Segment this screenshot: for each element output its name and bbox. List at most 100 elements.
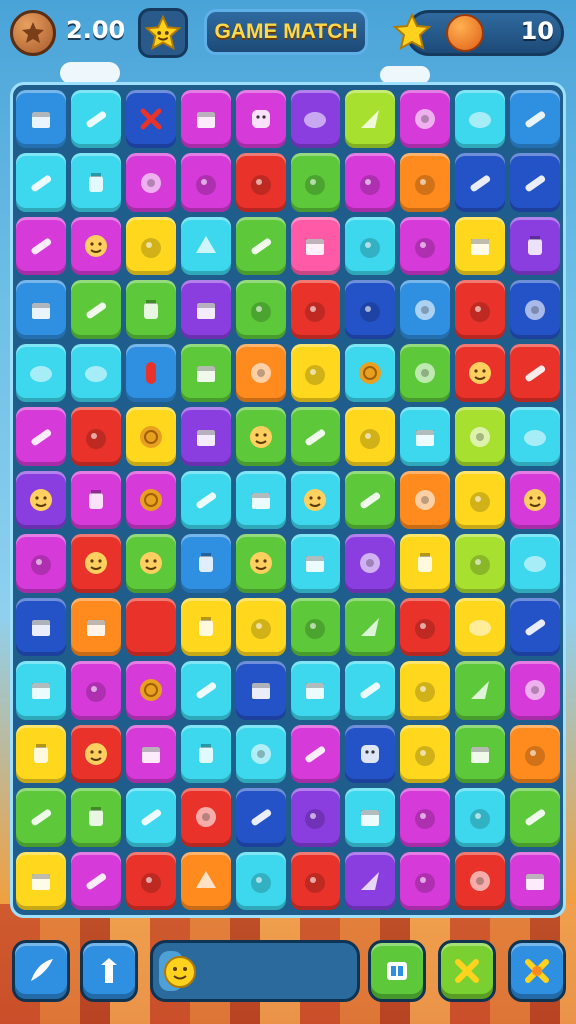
tile[interactable] — [290, 851, 341, 910]
tile[interactable] — [455, 788, 506, 847]
tile[interactable] — [510, 534, 560, 593]
tile[interactable] — [510, 851, 560, 910]
tile[interactable] — [290, 90, 341, 149]
tile[interactable] — [125, 851, 176, 910]
tile[interactable] — [125, 470, 176, 530]
tile[interactable] — [345, 343, 396, 403]
tile[interactable] — [235, 153, 286, 212]
arrow-button[interactable] — [80, 940, 138, 1002]
tile[interactable] — [455, 343, 506, 403]
tile[interactable] — [180, 280, 231, 339]
tile[interactable] — [180, 470, 231, 530]
tile[interactable] — [235, 724, 286, 784]
tile[interactable] — [455, 470, 506, 530]
tile[interactable] — [70, 597, 121, 657]
tile[interactable] — [235, 343, 286, 403]
tile[interactable] — [400, 153, 451, 212]
feather-button[interactable] — [12, 940, 70, 1002]
tile[interactable] — [16, 343, 66, 403]
tile[interactable] — [180, 851, 231, 910]
tile[interactable] — [125, 343, 176, 403]
tile[interactable] — [70, 216, 121, 276]
tile[interactable] — [455, 407, 506, 466]
tile[interactable] — [290, 724, 341, 784]
tile[interactable] — [125, 597, 176, 657]
tile[interactable] — [455, 153, 506, 212]
tile[interactable] — [180, 597, 231, 657]
tile[interactable] — [400, 343, 451, 403]
tile[interactable] — [16, 724, 66, 784]
tile[interactable] — [70, 851, 121, 910]
tile[interactable] — [510, 407, 560, 466]
tile[interactable] — [235, 470, 286, 530]
tile[interactable] — [16, 153, 66, 212]
tile[interactable] — [125, 407, 176, 466]
card-button[interactable] — [368, 940, 426, 1002]
tile[interactable] — [16, 534, 66, 593]
tile[interactable] — [70, 661, 121, 720]
star-face-button[interactable] — [138, 8, 188, 58]
tile[interactable] — [16, 407, 66, 466]
tile[interactable] — [345, 153, 396, 212]
tile[interactable] — [400, 407, 451, 466]
tile[interactable] — [400, 851, 451, 910]
tile[interactable] — [290, 216, 341, 276]
tile[interactable] — [16, 216, 66, 276]
tile[interactable] — [125, 153, 176, 212]
tile[interactable] — [455, 216, 506, 276]
tile[interactable] — [235, 534, 286, 593]
tile[interactable] — [180, 788, 231, 847]
tile[interactable] — [290, 153, 341, 212]
tile[interactable] — [70, 407, 121, 466]
tile[interactable] — [180, 343, 231, 403]
tile[interactable] — [16, 280, 66, 339]
cross-button[interactable] — [438, 940, 496, 1002]
tile[interactable] — [235, 661, 286, 720]
tile[interactable] — [16, 597, 66, 657]
tile[interactable] — [290, 470, 341, 530]
tile[interactable] — [345, 851, 396, 910]
tile[interactable] — [16, 851, 66, 910]
tile[interactable] — [125, 534, 176, 593]
tile[interactable] — [510, 661, 560, 720]
tile[interactable] — [455, 724, 506, 784]
tile[interactable] — [70, 534, 121, 593]
tile[interactable] — [180, 724, 231, 784]
tile[interactable] — [16, 470, 66, 530]
tile[interactable] — [290, 534, 341, 593]
tile[interactable] — [290, 407, 341, 466]
tile[interactable] — [70, 470, 121, 530]
tile[interactable] — [345, 216, 396, 276]
tile[interactable] — [345, 724, 396, 784]
tile[interactable] — [400, 534, 451, 593]
tile[interactable] — [345, 597, 396, 657]
tile[interactable] — [455, 851, 506, 910]
tile[interactable] — [180, 661, 231, 720]
tile[interactable] — [455, 597, 506, 657]
tile[interactable] — [70, 343, 121, 403]
tile[interactable] — [70, 280, 121, 339]
tile[interactable] — [345, 407, 396, 466]
tile[interactable] — [455, 661, 506, 720]
tile[interactable] — [455, 534, 506, 593]
tile[interactable] — [345, 788, 396, 847]
tile[interactable] — [235, 407, 286, 466]
tile[interactable] — [510, 724, 560, 784]
tile[interactable] — [400, 90, 451, 149]
tile[interactable] — [70, 788, 121, 847]
shuffle-button[interactable] — [508, 940, 566, 1002]
tile[interactable] — [235, 280, 286, 339]
tile[interactable] — [235, 597, 286, 657]
tile[interactable] — [345, 90, 396, 149]
tile[interactable] — [16, 788, 66, 847]
tile[interactable] — [180, 90, 231, 149]
tile[interactable] — [510, 153, 560, 212]
tile[interactable] — [510, 216, 560, 276]
tile[interactable] — [125, 724, 176, 784]
tile[interactable] — [16, 661, 66, 720]
tile[interactable] — [125, 280, 176, 339]
tile[interactable] — [16, 90, 66, 149]
tile[interactable] — [345, 661, 396, 720]
tile[interactable] — [510, 90, 560, 149]
tile[interactable] — [510, 470, 560, 530]
